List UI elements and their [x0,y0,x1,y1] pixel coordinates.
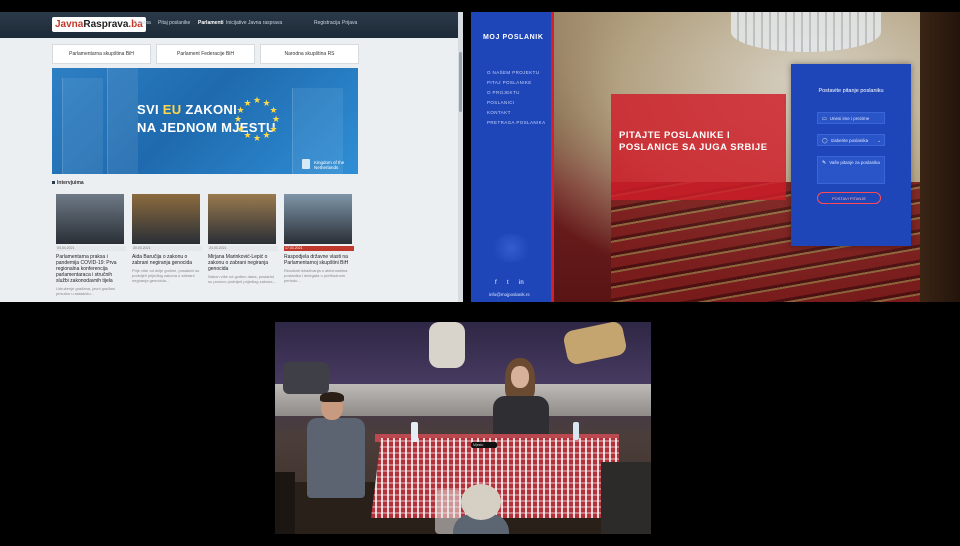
menu-item[interactable]: POSLANICI [487,100,515,105]
news-date: 30.03.2021 [132,246,202,251]
site-logo[interactable]: JavnaRasprava.ba [52,17,146,32]
video-frame[interactable]: Mjesto [275,322,651,534]
nav-javna-rasprava[interactable]: Javna rasprava [248,20,282,26]
water-bottle [573,422,579,440]
question-form: Postavite pitanje poslaniku ▭ Unesi ime i… [791,64,911,246]
eu-star-icon: ★ [269,104,278,115]
news-snippet: Rezultati istraživanja o aktivnostima po… [284,268,348,283]
nav-pitaj-poslanike[interactable]: Pitaj poslanike [158,20,190,26]
kingdom-netherlands-label: Kingdom of the Netherlands [314,160,345,170]
pencil-icon: ✎ [822,160,827,166]
submit-question-button[interactable]: POSTAVI PITANJE [817,192,881,204]
menu-item[interactable]: O NAŠEM PROJEKTU [487,70,539,75]
site-logo[interactable]: MOJ POSLANIK [483,34,543,41]
name-input[interactable]: ▭ Unesi ime i prezime [817,112,885,124]
eu-star-icon: ★ [253,95,262,105]
contact-email[interactable]: info@mojposlanik.rs [489,292,530,297]
news-card[interactable]: 03.04.2021 Parlamentarna praksa i pandem… [56,194,126,301]
twitter-icon[interactable]: t [507,280,509,286]
speaker-man [307,392,367,512]
mojposlanik-window: MOJ POSLANIK O NAŠEM PROJEKTU PITAJ POSL… [471,12,960,302]
nav-inicijative[interactable]: Inicijative [226,20,247,26]
news-thumbnail[interactable] [56,194,124,244]
chevron-down-icon: ⌄ [877,138,881,143]
id-card-icon: ▭ [822,116,827,122]
institution-tab-psbih[interactable]: Parlamentarna skupština BiH [52,44,151,64]
menu-item[interactable]: KONTAKT [487,110,511,115]
nav-o-nama[interactable]: O nama [133,20,151,26]
news-card[interactable]: 24.03.2021 Mirjana Marinković-Lepić o za… [208,194,278,289]
eu-star-icon: ★ [269,123,278,134]
square-icon [52,181,55,184]
bag [283,362,329,394]
banner-building [62,78,103,174]
news-snippet: Prije više od dvije godine, poslanici su… [132,268,200,283]
menu-item[interactable]: PITAJ POSLANIKE [487,80,532,85]
facebook-icon[interactable]: f [495,280,497,286]
news-date: 03.04.2021 [56,246,126,251]
form-title: Postavite pitanje poslaniku [818,88,884,94]
vertical-scrollbar[interactable] [458,12,463,302]
eu-star-icon: ★ [253,133,262,143]
nav-registracija[interactable]: Registracija [314,20,340,26]
eu-laws-banner[interactable]: SVI EU ZAKONI NA JEDNOM MJESTU ★ ★ ★ ★ ★ ★ ★ ★ ★… [52,68,358,174]
eu-stars-icon: ★ ★ ★ ★ ★ ★ ★ ★ ★ ★ ★ ★ [232,94,282,144]
eu-star-icon: ★ [272,114,281,124]
news-thumbnail[interactable] [132,194,200,244]
news-title[interactable]: Parlamentarna praksa i pandemija COVID-1… [56,254,126,284]
audience-head [453,484,509,534]
menu-item[interactable]: O PROJEKTU [487,90,520,95]
menu-item[interactable]: PRETRAGA POSLANIKA [487,120,545,125]
banner-building [107,68,138,174]
assembly-wall [920,12,960,302]
news-snippet: Udruženje građana, javni građani prisutn… [56,286,115,296]
assembly-dome [731,12,881,52]
coat [601,462,651,534]
table-microphone: Mjesto [471,442,497,448]
background-person [425,322,469,370]
section-heading: Intervjuima [52,180,358,186]
sidebar: MOJ POSLANIK O NAŠEM PROJEKTU PITAJ POSL… [471,12,551,302]
sidebar-accent [551,12,554,302]
news-thumbnail[interactable] [284,194,352,244]
news-title[interactable]: Raspodjela državne vlasti na Parlamentar… [284,254,354,266]
news-card[interactable]: 17.03.2021 Raspodjela državne vlasti na … [284,194,354,283]
news-snippet: Nakon više od godinu dana, poslanici su … [208,274,276,284]
crest-icon [302,159,310,169]
water-bottle [411,422,418,442]
background-person [555,322,645,382]
top-navbar: JavnaRasprava.ba O nama Pitaj poslanike … [0,12,463,38]
eu-star-icon: ★ [262,130,271,141]
hero-heading: PITAJTE POSLANIKE I POSLANICE SA JUGA SR… [619,130,768,153]
eu-star-icon: ★ [234,114,243,124]
eu-star-icon: ★ [243,130,252,141]
news-card[interactable]: 30.03.2021 Aida Baručija o zakonu o zabr… [132,194,202,283]
scrollbar-thumb[interactable] [459,52,462,112]
eu-star-icon: ★ [243,97,252,108]
news-date: 24.03.2021 [208,246,278,251]
banner-headline-1: SVI EU ZAKONI [137,102,237,117]
news-title[interactable]: Mirjana Marinković-Lepić o zakonu o zabr… [208,254,278,272]
institution-tab-pfbih[interactable]: Parlament Federacije BiH [156,44,255,64]
parliament-seats-icon [489,234,533,262]
user-icon: ◯ [822,138,828,144]
instagram-icon[interactable]: in [519,280,524,286]
eu-star-icon: ★ [236,123,245,134]
javnarasprava-window: JavnaRasprava.ba O nama Pitaj poslanike … [0,12,463,302]
institution-tab-nsrs[interactable]: Narodna skupština RS [260,44,359,64]
mp-select[interactable]: ◯ Izaberite poslanika ⌄ [817,134,885,146]
news-date: 17.03.2021 [284,246,354,251]
news-title[interactable]: Aida Baručija o zakonu o zabrani negiran… [132,254,202,266]
nav-prijava[interactable]: Prijava [342,20,357,26]
lamp [275,472,295,534]
nav-parlamenti[interactable]: Parlamenti [198,20,224,26]
question-textarea[interactable]: ✎ Vaše pitanje za poslanika [817,156,885,184]
news-thumbnail[interactable] [208,194,276,244]
